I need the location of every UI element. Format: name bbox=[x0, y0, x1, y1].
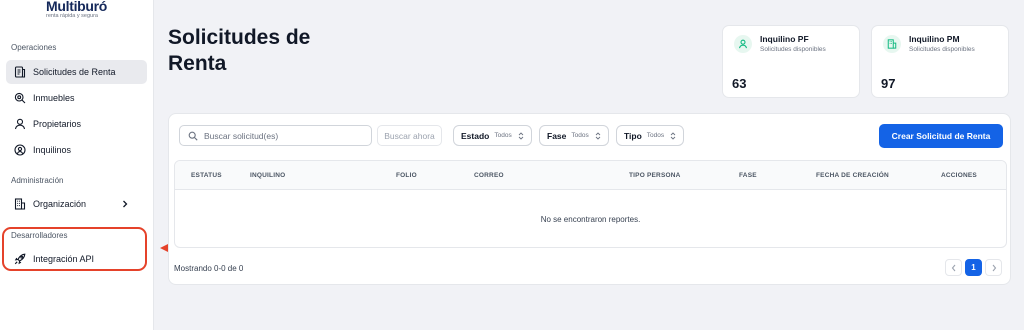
sidebar-item-label: Inmuebles bbox=[33, 93, 75, 103]
section-label-administracion: Administración bbox=[11, 176, 64, 185]
column-header[interactable]: FASE bbox=[739, 172, 757, 179]
column-header[interactable]: FOLIO bbox=[396, 172, 417, 179]
pagination: 1 bbox=[945, 259, 1002, 276]
chevron-up-down-icon bbox=[595, 131, 601, 140]
filter-fase[interactable]: Fase Todos bbox=[539, 125, 609, 146]
search-box[interactable] bbox=[179, 125, 372, 146]
filter-tipo[interactable]: Tipo Todos bbox=[616, 125, 685, 146]
stat-card-pm: Inquilino PM Solicitudes disponibles 97 bbox=[871, 25, 1009, 98]
sidebar-item-label: Inquilinos bbox=[33, 145, 72, 155]
page-title: Solicitudes de Renta bbox=[168, 26, 311, 75]
chevron-up-down-icon bbox=[518, 131, 524, 140]
section-label-operaciones: Operaciones bbox=[11, 43, 57, 52]
page-button-current[interactable]: 1 bbox=[965, 259, 982, 276]
sidebar-item-solicitudes[interactable]: Solicitudes de Renta bbox=[6, 60, 147, 84]
stat-value: 97 bbox=[881, 76, 896, 91]
sidebar-item-label: Organización bbox=[33, 199, 87, 209]
filter-value: Todos bbox=[571, 132, 589, 139]
sidebar: Multiburó renta rápida y segura Operacio… bbox=[0, 0, 154, 330]
column-header[interactable]: CORREO bbox=[474, 172, 504, 179]
empty-state-message: No se encontraron reportes. bbox=[540, 215, 641, 224]
stat-title: Inquilino PF bbox=[760, 34, 809, 44]
column-header[interactable]: INQUILINO bbox=[250, 172, 285, 179]
document-icon bbox=[14, 66, 26, 78]
chevron-right-icon bbox=[123, 200, 128, 208]
search-input[interactable] bbox=[204, 130, 364, 141]
logo-tagline: renta rápida y segura bbox=[46, 13, 98, 19]
filter-label: Tipo bbox=[624, 130, 642, 141]
column-header[interactable]: FECHA DE CREACIÓN bbox=[816, 172, 889, 179]
column-header[interactable]: ESTATUS bbox=[191, 172, 222, 179]
sidebar-item-organizacion[interactable]: Organización bbox=[6, 192, 147, 216]
stat-value: 63 bbox=[732, 76, 747, 91]
table-header: ESTATUS INQUILINO FOLIO CORREO TIPO PERS… bbox=[175, 161, 1006, 190]
create-request-button[interactable]: Crear Solicitud de Renta bbox=[879, 124, 1003, 148]
next-page-button[interactable] bbox=[985, 259, 1002, 276]
filter-value: Todos bbox=[494, 132, 512, 139]
chevron-up-down-icon bbox=[670, 131, 676, 140]
sidebar-item-label: Propietarios bbox=[33, 119, 82, 129]
sidebar-item-label: Solicitudes de Renta bbox=[33, 67, 116, 77]
requests-panel: Buscar ahora Estado Todos Fase Todos Tip… bbox=[168, 113, 1011, 285]
filter-estado[interactable]: Estado Todos bbox=[453, 125, 532, 146]
stat-subtitle: Solicitudes disponibles bbox=[909, 46, 975, 53]
sidebar-item-inmuebles[interactable]: Inmuebles bbox=[6, 86, 147, 110]
users-icon bbox=[14, 144, 26, 156]
column-header[interactable]: TIPO PERSONA bbox=[629, 172, 681, 179]
user-icon bbox=[734, 35, 752, 53]
stat-card-pf: Inquilino PF Solicitudes disponibles 63 bbox=[722, 25, 860, 98]
highlight-annotation bbox=[2, 227, 147, 271]
building-icon bbox=[883, 35, 901, 53]
prev-page-button[interactable] bbox=[945, 259, 962, 276]
chevron-left-icon bbox=[951, 264, 955, 271]
search-icon bbox=[188, 131, 198, 141]
stat-subtitle: Solicitudes disponibles bbox=[760, 46, 826, 53]
search-button[interactable]: Buscar ahora bbox=[377, 125, 442, 146]
building-icon bbox=[14, 198, 26, 210]
search-icon bbox=[14, 92, 26, 104]
stat-title: Inquilino PM bbox=[909, 34, 960, 44]
sidebar-item-propietarios[interactable]: Propietarios bbox=[6, 112, 147, 136]
filter-label: Fase bbox=[547, 130, 567, 141]
user-icon bbox=[14, 118, 26, 130]
filter-label: Estado bbox=[461, 130, 490, 141]
column-header[interactable]: ACCIONES bbox=[941, 172, 977, 179]
sidebar-item-inquilinos[interactable]: Inquilinos bbox=[6, 138, 147, 162]
filter-value: Todos bbox=[646, 132, 665, 139]
results-count: Mostrando 0-0 de 0 bbox=[174, 264, 244, 273]
logo-title: Multiburó bbox=[46, 0, 108, 14]
logo[interactable]: Multiburó renta rápida y segura bbox=[46, 0, 107, 20]
requests-table: ESTATUS INQUILINO FOLIO CORREO TIPO PERS… bbox=[174, 160, 1007, 248]
chevron-right-icon bbox=[992, 264, 996, 271]
